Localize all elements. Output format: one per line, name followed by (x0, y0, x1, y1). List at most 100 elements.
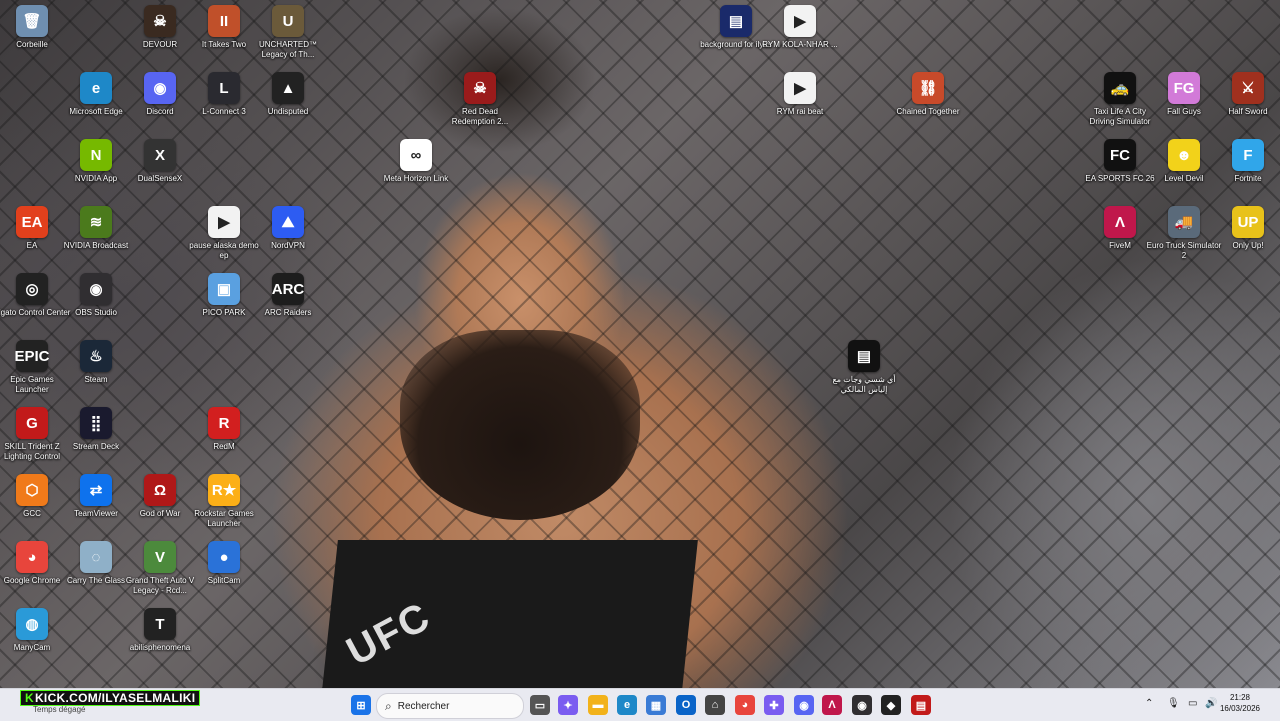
desktop-shortcut[interactable]: e Microsoft Edge (64, 72, 128, 117)
desktop-shortcut-label: Rockstar Games Launcher (194, 509, 254, 528)
god-of-war-icon: Ω (144, 474, 176, 506)
desktop-shortcut[interactable]: R★ Rockstar Games Launcher (192, 474, 256, 529)
desktop-shortcut[interactable]: ● SplitCam (192, 541, 256, 586)
store-icon[interactable]: ▦ (646, 695, 666, 715)
desktop-shortcut-label: Steam (84, 375, 108, 384)
desktop-shortcut[interactable]: UP Only Up! (1216, 206, 1280, 251)
desktop-shortcut[interactable]: ▣ PICO PARK (192, 273, 256, 318)
microphone-icon[interactable]: 🎙 (1167, 698, 1180, 709)
desktop-shortcut[interactable]: ▲ Undisputed (256, 72, 320, 117)
desktop-shortcut-label: ARC Raiders (264, 308, 312, 317)
splitcam-icon: ● (208, 541, 240, 573)
half-sword-icon: ⚔ (1232, 72, 1264, 104)
chevron-up-icon[interactable]: ⌃ (1145, 698, 1153, 709)
volume-icon[interactable]: 🔊 (1205, 698, 1217, 709)
arc-raiders-icon[interactable]: ◆ (881, 695, 901, 715)
desktop-shortcut[interactable]: ≋ NVIDIA Broadcast (64, 206, 128, 251)
kick-url: KICK.COM/ILYASELMALIKI (34, 691, 196, 705)
desktop-shortcut[interactable]: Tabilisphenomena (128, 608, 192, 653)
desktop-shortcut-label: OBS Studio (75, 308, 117, 317)
desktop-shortcut[interactable]: Ω God of War (128, 474, 192, 519)
nordvpn-icon: ⛰ (272, 206, 304, 238)
audio-file-icon: ▶ (784, 5, 816, 37)
file-explorer-icon[interactable]: ▬ (588, 695, 608, 715)
desktop-shortcut[interactable]: ▶ RYM KOLA-NHAR ... (762, 5, 838, 50)
desktop-shortcut[interactable]: ⬡ GCC (0, 474, 64, 519)
network-icon[interactable]: ▭ (1188, 698, 1197, 709)
meter-app-icon[interactable]: ▤ (911, 695, 931, 715)
task-view-icon[interactable]: ▭ (530, 695, 550, 715)
desktop-shortcut[interactable]: ◉ Discord (128, 72, 192, 117)
desktop-shortcut[interactable]: FG Fall Guys (1152, 72, 1216, 117)
fall-guys-icon: FG (1168, 72, 1200, 104)
copilot-icon[interactable]: ✦ (558, 695, 578, 715)
desktop-shortcut[interactable]: ☠ Red Dead Redemption 2... (448, 72, 512, 127)
desktop-shortcut[interactable]: ⛰ NordVPN (256, 206, 320, 251)
outlook-icon[interactable]: O (676, 695, 696, 715)
desktop-shortcut[interactable]: 🚚 Euro Truck Simulator 2 (1147, 206, 1221, 261)
desktop-shortcut-label: Corbeille (16, 40, 48, 49)
desktop-shortcut[interactable]: ARC ARC Raiders (256, 273, 320, 318)
desktop-shortcut-label: RedM (213, 442, 235, 451)
inbox-icon[interactable]: ⌂ (705, 695, 725, 715)
lconnect-icon: L (208, 72, 240, 104)
desktop-shortcut[interactable]: F Fortnite (1216, 139, 1280, 184)
desktop-shortcut[interactable]: ☠ DEVOUR (128, 5, 192, 50)
search-input[interactable]: ⌕ Rechercher (376, 693, 524, 719)
fivem-icon[interactable]: Λ (822, 695, 842, 715)
desktop-shortcut[interactable]: R RedM (192, 407, 256, 452)
desktop-shortcut[interactable]: ♨ Steam (64, 340, 128, 385)
desktop-shortcut-label: Only Up! (1232, 241, 1264, 250)
desktop-shortcut[interactable]: ◍ ManyCam (0, 608, 64, 653)
desktop-shortcut[interactable]: EPIC Epic Games Launcher (0, 340, 64, 395)
gamepad-icon[interactable]: ✚ (764, 695, 784, 715)
desktop-shortcut[interactable]: L L-Connect 3 (192, 72, 256, 117)
arc-raiders-icon: ARC (272, 273, 304, 305)
desktop-shortcut[interactable]: ▶ pause alaska demo ep (189, 206, 259, 261)
desktop-shortcut[interactable]: V Grand Theft Auto V Legacy - Rcd... (126, 541, 194, 596)
desktop-shortcut[interactable]: ▤ أي شسي وجات مع إلياس المالكي (832, 340, 896, 395)
pico-park-icon: ▣ (208, 273, 240, 305)
only-up-icon: UP (1232, 206, 1264, 238)
desktop-shortcut[interactable]: ◕ Google Chrome (0, 541, 64, 586)
fivem-icon: Λ (1104, 206, 1136, 238)
weather-widget[interactable]: Temps dégagé (33, 705, 85, 714)
desktop-shortcut[interactable]: ⣿ Stream Deck (64, 407, 128, 452)
manycam-icon: ◍ (16, 608, 48, 640)
desktop-shortcut-label: SplitCam (207, 576, 241, 585)
desktop-shortcut[interactable]: 🗑 Corbeille (0, 5, 64, 50)
desktop-shortcut[interactable]: ▶ RYM rai beat (768, 72, 832, 117)
obs-icon[interactable]: ◉ (852, 695, 872, 715)
desktop-shortcut[interactable]: ⛓ Chained Together (896, 72, 960, 117)
stream-deck-icon: ⣿ (80, 407, 112, 439)
desktop-shortcut[interactable]: ◉ OBS Studio (64, 273, 128, 318)
gskill-icon: G (16, 407, 48, 439)
desktop-shortcut[interactable]: N NVIDIA App (64, 139, 128, 184)
desktop-shortcut[interactable]: ◎ Elgato Control Center (0, 273, 70, 318)
desktop-shortcut[interactable]: ⚔ Half Sword (1216, 72, 1280, 117)
windows-start-icon[interactable]: ⊞ (351, 695, 371, 715)
desktop-shortcut[interactable]: II It Takes Two (192, 5, 256, 50)
desktop-shortcut[interactable]: EA EA (0, 206, 64, 251)
desktop-shortcut[interactable]: U UNCHARTED™ Legacy of Th... (256, 5, 320, 60)
edge-icon[interactable]: e (617, 695, 637, 715)
desktop-shortcut[interactable]: Λ FiveM (1088, 206, 1152, 251)
discord-icon[interactable]: ◉ (794, 695, 814, 715)
desktop-shortcut[interactable]: ◌ Carry The Glass (64, 541, 128, 586)
desktop-shortcut[interactable]: ☻ Level Devil (1152, 139, 1216, 184)
discord-icon: ◉ (144, 72, 176, 104)
tray-clock[interactable]: 21:28 16/03/2026 (1220, 692, 1260, 714)
desktop-shortcut[interactable]: X DualSenseX (128, 139, 192, 184)
desktop-shortcut[interactable]: FC EA SPORTS FC 26 (1085, 139, 1155, 184)
chrome-icon[interactable]: ◕ (735, 695, 755, 715)
desktop-shortcut[interactable]: 🚕 Taxi Life A City Driving Simulator (1088, 72, 1152, 127)
dualsensex-icon: X (144, 139, 176, 171)
ets2-icon: 🚚 (1168, 206, 1200, 238)
redm-icon: R (208, 407, 240, 439)
desktop-shortcut[interactable]: ⇄ TeamViewer (64, 474, 128, 519)
desktop-shortcut[interactable]: G SKILL Trident Z Lighting Control (0, 407, 64, 462)
desktop-shortcut[interactable]: ▤ background for ilyas (700, 5, 772, 50)
elgato-icon: ◎ (16, 273, 48, 305)
recycle-bin-icon: 🗑 (16, 5, 48, 37)
desktop-shortcut[interactable]: ∞ Meta Horizon Link (384, 139, 448, 184)
